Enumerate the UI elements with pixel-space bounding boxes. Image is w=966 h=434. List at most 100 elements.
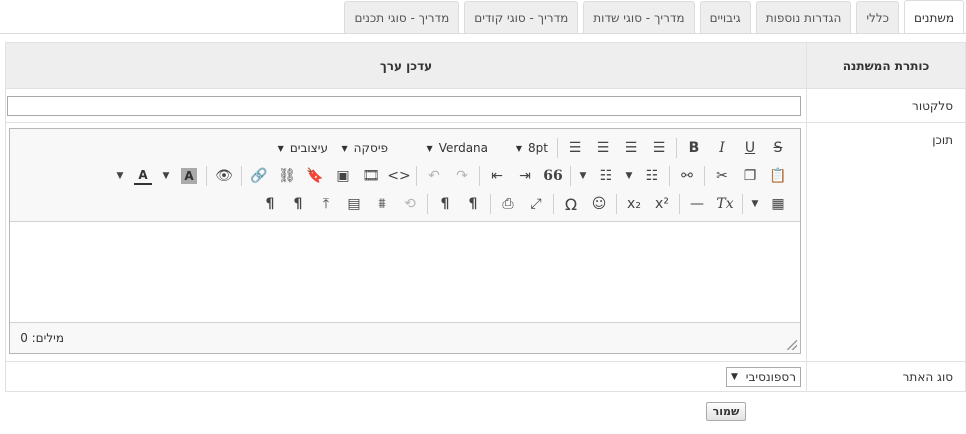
rtl-button[interactable]: ¶ xyxy=(459,193,487,215)
bookmark-icon: 🔖 xyxy=(306,168,324,184)
cut-button[interactable]: ✂ xyxy=(708,165,736,187)
horizontal-line-icon: — xyxy=(690,196,704,212)
site-type-select[interactable]: רספונסיבי ▼ xyxy=(726,366,801,387)
tab-guide-content-types[interactable]: מדריך - סוגי תכנים xyxy=(344,1,460,34)
image-button[interactable]: ▣ xyxy=(329,165,357,187)
numbered-list-dropdown[interactable]: ▼ xyxy=(620,165,638,187)
source-code-button[interactable]: <> xyxy=(385,165,413,187)
show-invisibles-button[interactable]: ¶ xyxy=(256,193,284,215)
bold-icon: B xyxy=(688,140,700,156)
align-justify-button[interactable]: ☰ xyxy=(645,137,673,159)
styles-select[interactable]: עיצובים ▼ xyxy=(256,137,334,159)
bold-button[interactable]: B xyxy=(680,137,708,159)
eye-icon: 👁 xyxy=(215,168,233,184)
row-label-selector: סלקטור xyxy=(806,88,966,123)
font-family-select[interactable]: Verdana ▼ xyxy=(394,137,494,159)
toolbar-separator xyxy=(679,194,680,214)
preview-button[interactable]: 👁 xyxy=(210,165,238,187)
horizontal-line-button[interactable]: — xyxy=(683,193,711,215)
bullet-list-dropdown[interactable]: ▼ xyxy=(574,165,592,187)
toolbar-row-3: ▦ ▼ Tx — x² x₂ ☺ Ω ⤢ ⎙ ¶ ¶ ⟲ ⩩ ▤ ⤒ ¶ ¶ xyxy=(256,193,792,215)
editor-statusbar: מילים: 0 xyxy=(10,323,800,353)
paste-icon: 📋 xyxy=(769,168,787,184)
align-center-button[interactable]: ☰ xyxy=(589,137,617,159)
tab-guide-code-types[interactable]: מדריך - סוגי קודים xyxy=(464,1,579,34)
emoticons-button[interactable]: ☺ xyxy=(585,193,613,215)
toolbar-separator xyxy=(742,194,743,214)
underline-button[interactable]: U xyxy=(736,137,764,159)
blockquote-button[interactable]: 66 xyxy=(539,165,567,187)
tab-backups[interactable]: גיבויים xyxy=(699,1,751,34)
indent-icon: ⇥ xyxy=(519,168,531,184)
text-color-button[interactable]: A xyxy=(129,165,157,187)
italic-icon: I xyxy=(719,140,725,156)
font-size-select[interactable]: 8pt ▼ xyxy=(494,137,554,159)
tab-variables[interactable]: משתנים xyxy=(904,0,964,34)
restore-draft-button[interactable]: ⟲ xyxy=(396,193,424,215)
anchor-button[interactable]: 🔖 xyxy=(301,165,329,187)
unlink-button[interactable]: ⛓ xyxy=(273,165,301,187)
subscript-button[interactable]: x₂ xyxy=(620,193,648,215)
background-color-icon: A xyxy=(181,168,197,184)
paste-button[interactable]: 📋 xyxy=(764,165,792,187)
strike-button[interactable]: S xyxy=(764,137,792,159)
editor-content-area[interactable] xyxy=(10,222,800,323)
font-size-value: 8pt xyxy=(528,141,548,155)
smiley-icon: ☺ xyxy=(591,196,607,212)
save-button[interactable]: שמור xyxy=(706,402,746,421)
undo-button[interactable]: ↶ xyxy=(420,165,448,187)
toolbar-row-1: S U I B ☰ ☰ ☰ ☰ 8pt ▼ Verdana ▼ פיסקה ▼ עיצ… xyxy=(256,137,792,159)
link-button[interactable]: 🔗 xyxy=(245,165,273,187)
tab-guide-field-types[interactable]: מדריך - סוגי שדות xyxy=(583,1,695,34)
align-left-button[interactable]: ☰ xyxy=(561,137,589,159)
film-icon: 🎞 xyxy=(362,168,380,184)
text-color-dropdown[interactable]: ▼ xyxy=(111,165,129,187)
clear-format-button[interactable]: Tx xyxy=(711,193,739,215)
redo-button[interactable]: ↷ xyxy=(448,165,476,187)
resize-handle-icon[interactable] xyxy=(787,340,797,350)
chevron-down-icon: ▼ xyxy=(162,171,170,181)
special-char-button[interactable]: Ω xyxy=(557,193,585,215)
copy-icon: ❐ xyxy=(743,168,757,184)
bullet-list-button[interactable]: ☷ xyxy=(592,165,620,187)
table-button[interactable]: ▦ xyxy=(764,193,792,215)
chevron-down-icon: ▼ xyxy=(625,171,633,181)
background-color-dropdown[interactable]: ▼ xyxy=(157,165,175,187)
ltr-button[interactable]: ¶ xyxy=(431,193,459,215)
table-dropdown[interactable]: ▼ xyxy=(746,193,764,215)
tab-bar: משתנים כללי הגדרות נוספות גיבויים מדריך … xyxy=(339,0,966,34)
outdent-button[interactable]: ⇤ xyxy=(483,165,511,187)
toolbar-separator xyxy=(669,166,670,186)
numbered-list-icon: ☷ xyxy=(645,168,659,184)
paragraph-mark-icon: ¶ xyxy=(293,196,303,212)
tab-additional-settings[interactable]: הגדרות נוספות xyxy=(755,1,852,34)
background-color-button[interactable]: A xyxy=(175,165,203,187)
italic-button[interactable]: I xyxy=(708,137,736,159)
clear-format-icon: Tx xyxy=(716,196,734,212)
find-button[interactable]: ⚯ xyxy=(673,165,701,187)
paragraph-format-select[interactable]: פיסקה ▼ xyxy=(334,137,394,159)
template-button[interactable]: ▤ xyxy=(340,193,368,215)
print-button[interactable]: ⎙ xyxy=(494,193,522,215)
subscript-icon: x₂ xyxy=(627,196,641,212)
media-button[interactable]: 🎞 xyxy=(357,165,385,187)
page-break-button[interactable]: ⩩ xyxy=(368,193,396,215)
text-color-icon: A xyxy=(134,167,152,185)
numbered-list-button[interactable]: ☷ xyxy=(638,165,666,187)
fullscreen-button[interactable]: ⤢ xyxy=(522,193,550,215)
indent-button[interactable]: ⇥ xyxy=(511,165,539,187)
variables-table: כותרת המשתנה עדכן ערך סלקטור תוכן S U I … xyxy=(5,42,966,392)
bullet-list-icon: ☷ xyxy=(599,168,613,184)
selector-input[interactable] xyxy=(7,95,801,116)
printer-icon: ⎙ xyxy=(502,196,514,212)
align-right-button[interactable]: ☰ xyxy=(617,137,645,159)
tab-general[interactable]: כללי xyxy=(856,1,899,34)
page-break-icon: ⩩ xyxy=(378,196,386,212)
toolbar-separator xyxy=(416,166,417,186)
superscript-button[interactable]: x² xyxy=(648,193,676,215)
upload-button[interactable]: ⤒ xyxy=(312,193,340,215)
copy-button[interactable]: ❐ xyxy=(736,165,764,187)
show-blocks-button[interactable]: ¶ xyxy=(284,193,312,215)
chevron-down-icon: ▼ xyxy=(341,143,348,153)
align-center-icon: ☰ xyxy=(596,140,610,156)
